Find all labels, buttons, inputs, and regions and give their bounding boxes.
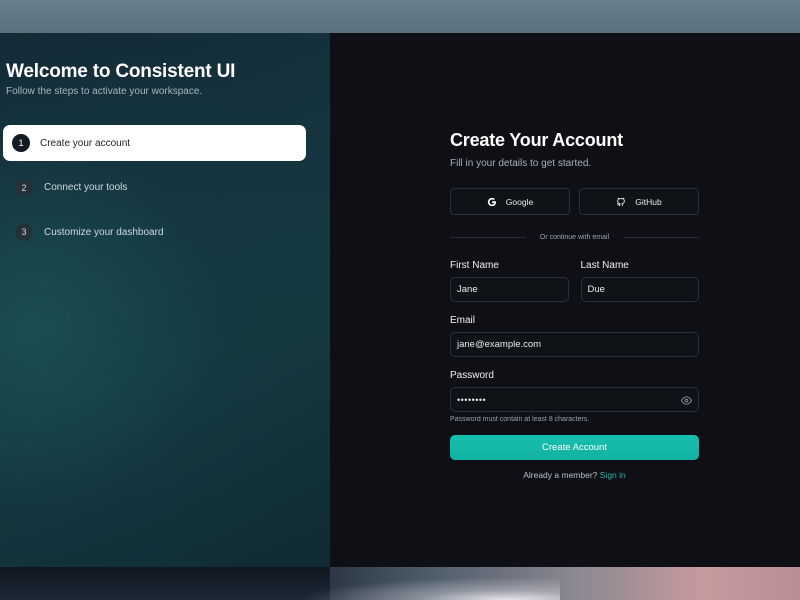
- step-number: 2: [15, 178, 33, 197]
- form-subtitle: Fill in your details to get started.: [450, 158, 592, 169]
- password-value: ••••••••: [457, 394, 487, 405]
- email-field[interactable]: jane@example.com: [450, 332, 699, 357]
- step-label: Connect your tools: [44, 182, 128, 193]
- password-label: Password: [450, 370, 494, 381]
- email-label: Email: [450, 315, 476, 326]
- last-name-field[interactable]: Due: [580, 277, 699, 302]
- step-item-customize-dashboard[interactable]: 3 Customize your dashboard: [3, 214, 306, 250]
- github-signup-label: GitHub: [635, 196, 662, 207]
- google-signup-button[interactable]: Google: [450, 188, 570, 215]
- divider-text: Or continue with email: [539, 233, 610, 241]
- password-hint: Password must contain at least 8 charact…: [450, 416, 590, 423]
- first-name-group: First Name Jane: [450, 260, 569, 302]
- onboarding-panel: Welcome to Consistent UI Follow the step…: [0, 33, 330, 567]
- signin-prompt: Already a member?: [523, 470, 598, 480]
- onboarding-title: Welcome to Consistent UI: [6, 61, 236, 82]
- signin-row: Already a member? Sign in: [450, 470, 699, 480]
- step-label: Create your account: [40, 137, 131, 149]
- step-list: 1 Create your account 2 Connect your too…: [3, 125, 306, 259]
- step-number: 1: [12, 134, 30, 152]
- desktop-backdrop-bottom: [0, 567, 800, 600]
- desktop-backdrop-top: [0, 0, 800, 33]
- github-icon: [616, 197, 626, 207]
- step-label: Customize your dashboard: [44, 226, 164, 238]
- or-divider: Or continue with email: [450, 232, 700, 242]
- first-name-field[interactable]: Jane: [450, 277, 569, 302]
- email-group: Email jane@example.com: [450, 315, 699, 357]
- first-name-value: Jane: [457, 284, 478, 295]
- last-name-group: Last Name Due: [580, 260, 699, 302]
- onboarding-subtitle: Follow the steps to activate your worksp…: [6, 86, 203, 97]
- name-row: First Name Jane Last Name Due: [450, 260, 699, 302]
- step-item-create-account[interactable]: 1 Create your account: [3, 125, 306, 161]
- github-signup-button[interactable]: GitHub: [579, 188, 699, 215]
- create-account-button[interactable]: Create Account: [450, 435, 699, 460]
- google-icon: [487, 197, 497, 207]
- last-name-value: Due: [587, 284, 605, 295]
- last-name-label: Last Name: [580, 260, 629, 271]
- signup-panel: Create Your Account Fill in your details…: [330, 33, 800, 567]
- signup-form: Create Your Account Fill in your details…: [450, 130, 700, 480]
- password-field[interactable]: ••••••••: [450, 387, 699, 412]
- eye-icon[interactable]: [681, 395, 692, 409]
- oauth-buttons: Google GitHub: [450, 188, 699, 215]
- step-item-connect-tools[interactable]: 2 Connect your tools: [3, 170, 306, 206]
- divider-line: [450, 236, 526, 238]
- form-title: Create Your Account: [450, 130, 623, 150]
- google-signup-label: Google: [505, 196, 534, 207]
- step-number: 3: [15, 223, 33, 241]
- first-name-label: First Name: [450, 260, 499, 271]
- email-value: jane@example.com: [457, 339, 542, 350]
- password-group: Password •••••••• Password must contain …: [450, 370, 699, 423]
- signin-link[interactable]: Sign in: [600, 470, 626, 480]
- divider-line: [623, 236, 700, 238]
